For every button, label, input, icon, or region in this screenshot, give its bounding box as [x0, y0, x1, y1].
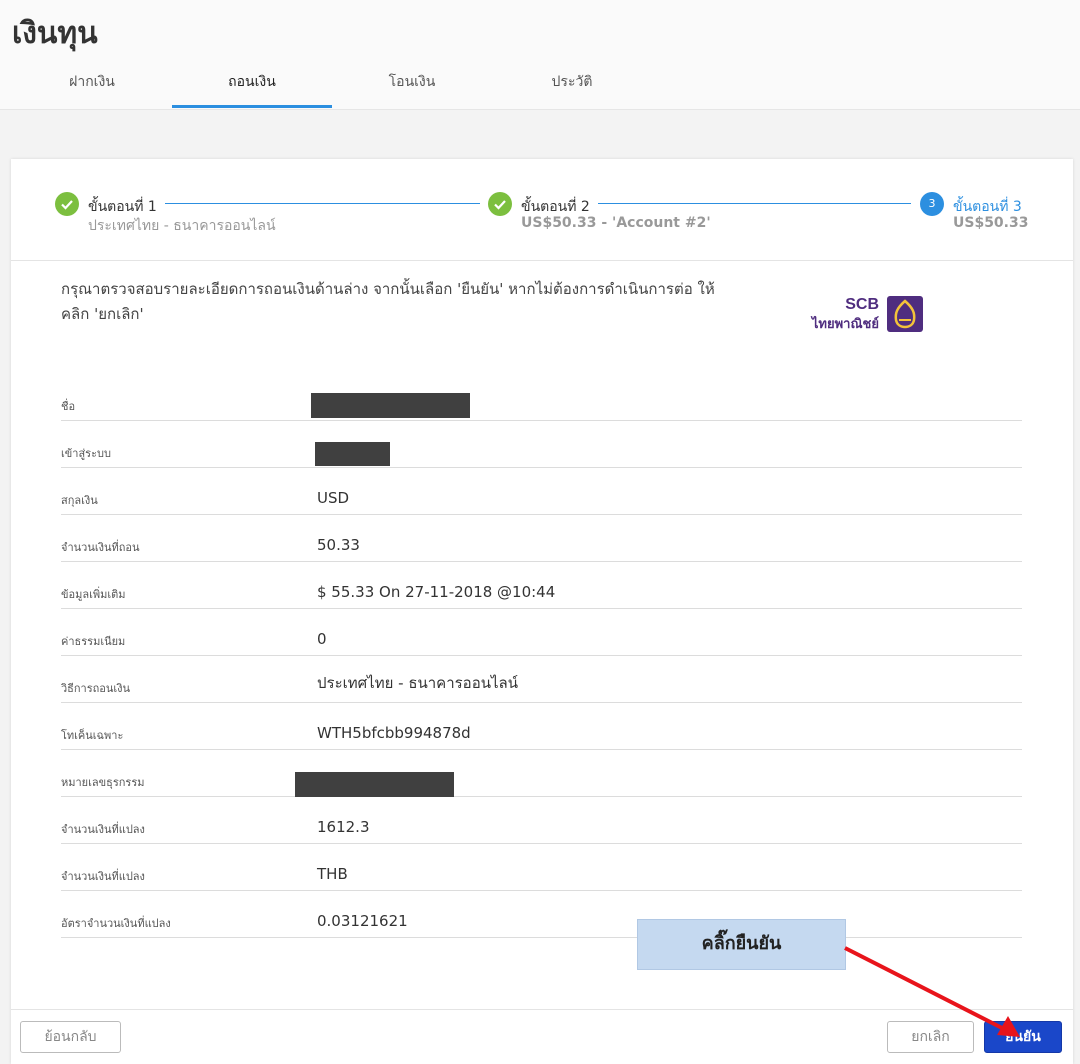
instructions-text: กรุณาตรวจสอบรายละเอียดการถอนเงินด้านล่าง… [61, 280, 715, 323]
detail-value: 0.03121621 [317, 912, 408, 930]
detail-label: ค่าธรรมเนียม [61, 635, 126, 648]
scb-emblem-icon [887, 296, 923, 332]
card-footer: ย้อนกลับ ยกเลิก ยืนยัน [11, 1009, 1073, 1064]
page-header: เงินทุน ฝากเงิน ถอนเงิน โอนเงิน ประวัติ [0, 0, 1080, 110]
step-connector [598, 203, 911, 204]
back-button[interactable]: ย้อนกลับ [20, 1021, 121, 1053]
detail-label: หมายเลขธุรกรรม [61, 776, 145, 789]
detail-value: $ 55.33 On 27-11-2018 @10:44 [317, 583, 556, 601]
detail-row-name: ชื่อ [61, 374, 1022, 421]
detail-row-currency: สกุลเงิน USD [61, 468, 1022, 515]
redacted-login [315, 442, 390, 466]
step-connector [165, 203, 480, 204]
step-1-check-icon [55, 192, 79, 216]
detail-row-conversion-rate: อัตราจำนวนเงินที่แปลง 0.03121621 [61, 891, 1022, 938]
detail-value: 0 [317, 630, 327, 648]
detail-row-method: วิธีการถอนเงิน ประเทศไทย - ธนาคารออนไลน์ [61, 656, 1022, 703]
redacted-transaction-id [295, 772, 454, 797]
detail-label: อัตราจำนวนเงินที่แปลง [61, 917, 171, 930]
detail-row-amount: จำนวนเงินที่ถอน 50.33 [61, 515, 1022, 562]
tab-history[interactable]: ประวัติ [492, 62, 652, 108]
detail-label: จำนวนเงินที่แปลง [61, 823, 145, 836]
detail-row-login: เข้าสู่ระบบ [61, 421, 1022, 468]
detail-value: 1612.3 [317, 818, 370, 836]
redacted-name [311, 393, 470, 418]
tab-transfer[interactable]: โอนเงิน [332, 62, 492, 108]
detail-label: โทเค็นเฉพาะ [61, 729, 124, 742]
tab-deposit[interactable]: ฝากเงิน [12, 62, 172, 108]
click-confirm-callout: คลิ๊กยืนยัน [637, 919, 846, 970]
detail-row-extra-info: ข้อมูลเพิ่มเติม $ 55.33 On 27-11-2018 @1… [61, 562, 1022, 609]
detail-label: สกุลเงิน [61, 494, 98, 507]
logo-brand: SCB [845, 296, 879, 313]
step-3-number: 3 [920, 192, 944, 216]
detail-value: 50.33 [317, 536, 360, 554]
page-title: เงินทุน [12, 16, 98, 51]
detail-label: จำนวนเงินที่ถอน [61, 541, 140, 554]
detail-label: วิธีการถอนเงิน [61, 682, 131, 695]
detail-value: THB [317, 865, 348, 883]
detail-value: WTH5bfcbb994878d [317, 724, 471, 742]
scb-logo: SCB ไทยพาณิชย์ [807, 294, 923, 334]
detail-label: เข้าสู่ระบบ [61, 447, 111, 460]
detail-label: ข้อมูลเพิ่มเติม [61, 588, 126, 601]
detail-value: ประเทศไทย - ธนาคารออนไลน์ [317, 674, 518, 692]
step-3-subtitle: US$50.33 [953, 215, 1029, 231]
detail-row-converted-currency: จำนวนเงินที่แปลง THB [61, 844, 1022, 891]
step-2-subtitle: US$50.33 - 'Account #2' [521, 215, 711, 231]
detail-value: USD [317, 489, 350, 507]
detail-row-fee: ค่าธรรมเนียม 0 [61, 609, 1022, 656]
detail-row-token: โทเค็นเฉพาะ WTH5bfcbb994878d [61, 703, 1022, 750]
detail-row-converted-amount: จำนวนเงินที่แปลง 1612.3 [61, 797, 1022, 844]
withdraw-card: ขั้นตอนที่ 1 ประเทศไทย - ธนาคารออนไลน์ ข… [11, 159, 1073, 1064]
logo-thai-name: ไทยพาณิชย์ [811, 317, 879, 332]
stepper: ขั้นตอนที่ 1 ประเทศไทย - ธนาคารออนไลน์ ข… [11, 159, 1073, 261]
confirm-button[interactable]: ยืนยัน [984, 1021, 1062, 1053]
step-1-subtitle: ประเทศไทย - ธนาคารออนไลน์ [88, 218, 276, 234]
cancel-button[interactable]: ยกเลิก [887, 1021, 974, 1053]
detail-row-transaction-id: หมายเลขธุรกรรม [61, 750, 1022, 797]
detail-label: จำนวนเงินที่แปลง [61, 870, 145, 883]
detail-label: ชื่อ [61, 400, 76, 413]
step-2-check-icon [488, 192, 512, 216]
tab-withdraw[interactable]: ถอนเงิน [172, 62, 332, 108]
